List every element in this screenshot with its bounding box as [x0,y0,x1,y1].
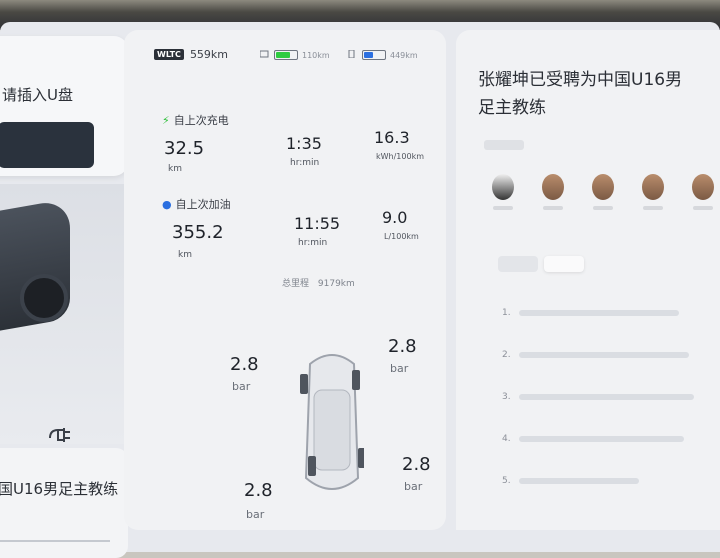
tab-inactive[interactable] [498,256,538,272]
news-tabs [498,256,584,272]
refuel-consumption-unit: L/100km [384,232,419,241]
since-refuel-title: 自上次加油 [175,198,231,211]
refuel-time-unit: hr:min [298,238,328,248]
since-charge-title: 自上次充电 [173,114,229,127]
fuel-drop-icon: ● [162,197,172,211]
news-headline: 张耀坤已受聘为中国U16男足主教练 [478,70,683,118]
lightning-icon: ⚡ [162,113,170,127]
charge-distance: 32.5 [164,138,205,159]
charge-time-unit: hr:min [290,158,320,168]
tire-front-left-value: 2.8 [230,354,259,375]
usb-prompt: 请插入U盘 [2,86,73,104]
tire-rear-left-icon [308,456,316,476]
total-odometer: 总里程 9179km [282,276,355,289]
refuel-consumption: 9.0 [382,208,408,227]
left-panel: 请插入U盘 国U16男足主教练 [0,34,128,558]
avatar[interactable] [490,174,516,210]
vehicle-image-area [0,184,128,444]
charging-plug-icon[interactable] [46,424,74,444]
ev-range-value: 110km [302,50,330,60]
fuel-level-icon [362,50,386,60]
usb-media-bar[interactable] [0,122,94,168]
total-value: 9179km [317,279,355,289]
fuel-pump-icon [348,49,358,60]
news-panel[interactable]: 张耀坤已受聘为中国U16男足主教练 1. 2. 3. 4. 5. [456,30,720,530]
tire-rear-right-icon [358,448,364,468]
list-item[interactable]: 2. [502,350,689,360]
tire-rear-left-unit: bar [246,508,265,521]
usb-card[interactable]: 请插入U盘 [0,36,128,176]
tire-front-left-unit: bar [232,380,251,393]
list-item[interactable]: 1. [502,308,679,318]
avatar[interactable] [640,174,666,210]
fuel-range-value: 449km [390,50,418,60]
avatar-row [490,174,716,210]
news-card-left[interactable]: 国U16男足主教练 [0,448,128,558]
trip-computer-panel: WLTC 559km 110km 449km ⚡ 自上次充电 32.5 km 1… [124,30,446,530]
list-item[interactable]: 3. [502,392,694,402]
wltc-badge: WLTC [154,49,184,60]
refuel-distance: 355.2 [172,222,224,243]
tire-rear-right-unit: bar [404,480,423,493]
wltc-range: WLTC 559km [154,48,228,61]
tire-rear-right-value: 2.8 [402,454,431,475]
car-topview-icon [300,354,364,490]
charge-consumption: 16.3 [374,128,410,147]
avatar[interactable] [540,174,566,210]
tire-front-right-icon [352,370,360,390]
tire-front-right-value: 2.8 [388,336,417,357]
tab-active[interactable] [544,256,584,272]
divider [0,540,110,542]
fuel-range: 449km [348,49,418,60]
tire-front-right-unit: bar [390,362,409,375]
since-refuel-header: ● 自上次加油 [162,196,231,212]
refuel-distance-unit: km [178,250,192,260]
avatar[interactable] [690,174,716,210]
news-date-placeholder [484,140,524,150]
ev-range: 110km [259,50,330,60]
charge-distance-unit: km [168,164,182,174]
wltc-range-value: 559km [189,48,229,61]
list-item[interactable]: 5. [502,476,639,486]
ev-battery-icon [274,50,298,60]
news-snippet: 国U16男足主教练 [0,480,119,498]
charge-time: 1:35 [286,134,322,153]
list-item[interactable]: 4. [502,434,684,444]
plug-small-icon [259,50,270,60]
vehicle-wheel [20,274,68,322]
tire-rear-left-value: 2.8 [244,480,273,501]
charge-consumption-unit: kWh/100km [376,152,425,161]
refuel-time: 11:55 [294,214,341,233]
since-charge-header: ⚡ 自上次充电 [162,112,229,128]
avatar[interactable] [590,174,616,210]
tire-front-left-icon [300,374,308,394]
total-label: 总里程 [282,279,310,289]
